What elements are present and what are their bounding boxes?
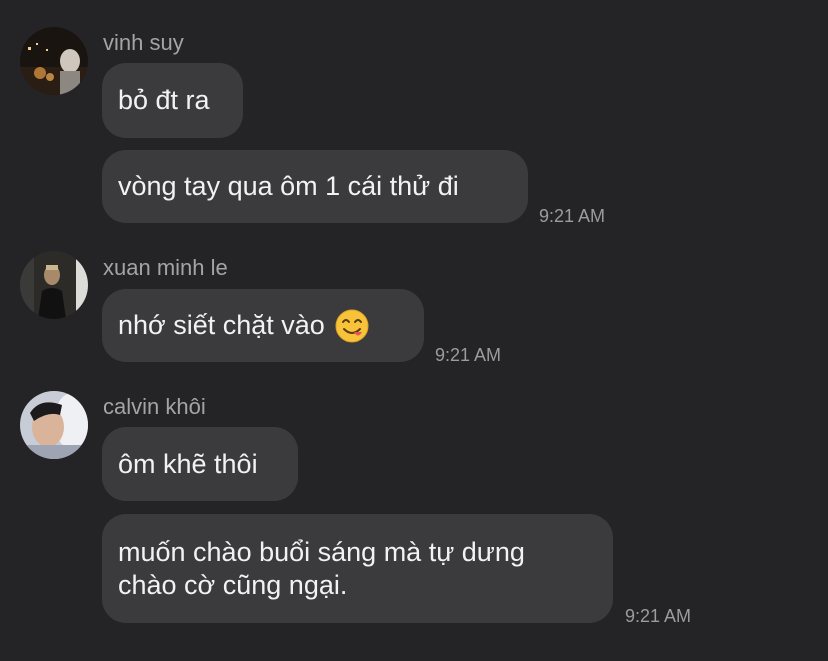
message-text-line: chào cờ cũng ngại.	[118, 569, 348, 600]
message-text: vòng tay qua ôm 1 cái thử đi	[118, 171, 459, 201]
message-text-line: muốn chào buổi sáng mà tự dưng	[118, 536, 525, 567]
message-text: bỏ đt ra	[118, 85, 210, 115]
message-bubble[interactable]: bỏ đt ra	[102, 63, 243, 138]
sender-name: calvin khôi	[103, 394, 206, 419]
message-timestamp: 9:21 AM	[539, 206, 606, 226]
message-bubble[interactable]: muốn chào buổi sáng mà tự dưng chào cờ c…	[102, 514, 613, 623]
message-text: ôm khẽ thôi	[118, 448, 258, 479]
avatar-xuan-minh-le[interactable]	[20, 251, 88, 319]
message-bubble[interactable]: nhớ siết chặt vào	[102, 289, 424, 362]
sender-name: xuan minh le	[103, 255, 228, 280]
message-timestamp: 9:21 AM	[625, 606, 692, 626]
avatar-vinh-suy[interactable]	[20, 27, 88, 95]
chat-thread: vinh suy bỏ đt ra vòng tay qua ôm 1 cái …	[0, 0, 828, 661]
yum-face-emoji	[335, 309, 369, 343]
sender-name: vinh suy	[103, 30, 184, 55]
message-bubble[interactable]: vòng tay qua ôm 1 cái thử đi	[102, 150, 528, 223]
message-text: nhớ siết chặt vào	[118, 310, 325, 340]
avatar-calvin-khoi[interactable]	[20, 391, 88, 459]
message-bubble[interactable]: ôm khẽ thôi	[102, 427, 298, 501]
message-timestamp: 9:21 AM	[435, 345, 502, 365]
